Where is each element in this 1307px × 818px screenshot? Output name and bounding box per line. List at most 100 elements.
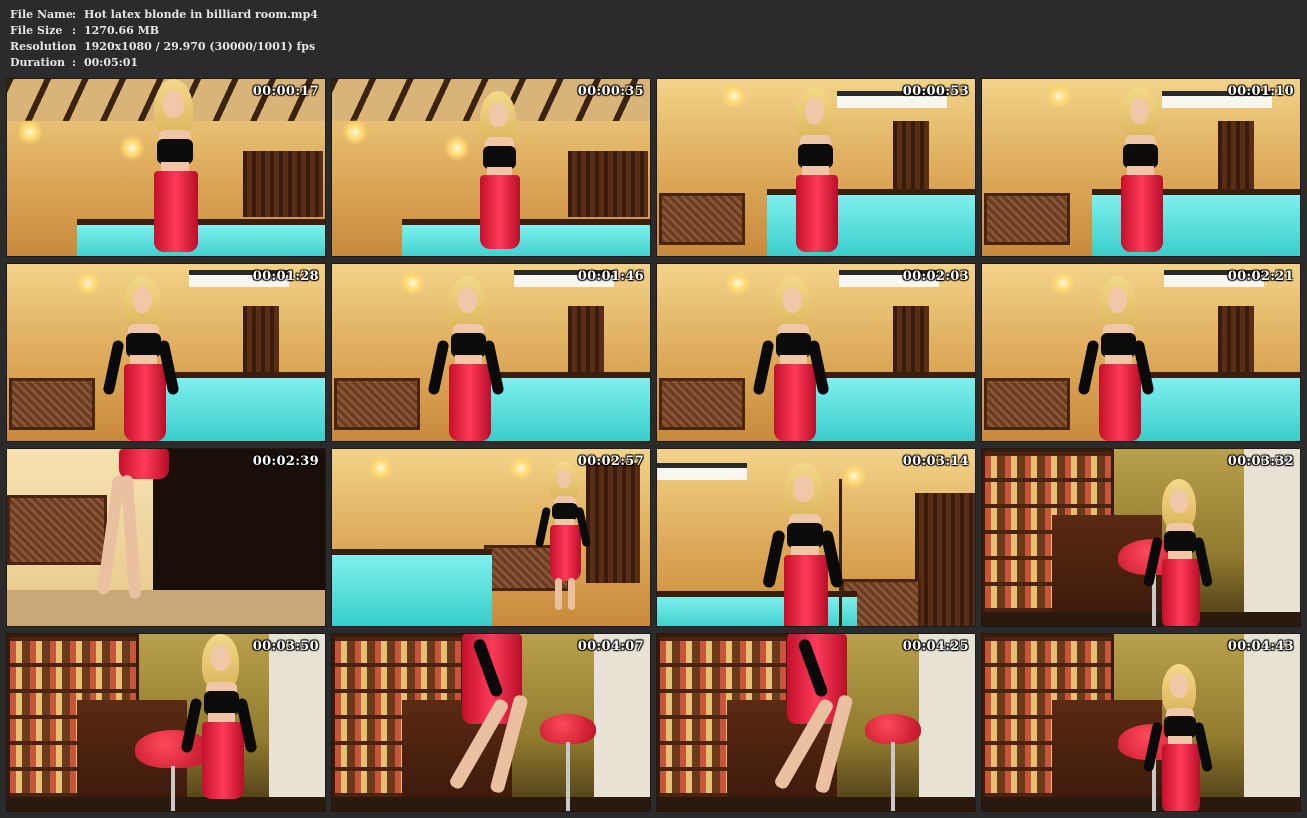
cabinet <box>243 151 323 217</box>
scene-billiard-table <box>657 79 975 256</box>
scene-billiard-cue <box>657 449 975 626</box>
wall-lamp <box>508 455 534 481</box>
leg-right <box>568 577 576 610</box>
thumbnail[interactable]: 00:01:46 <box>331 263 651 442</box>
latex-skirt <box>795 175 838 252</box>
cue-rack <box>586 463 640 583</box>
info-label: Duration <box>10 56 66 69</box>
info-label: File Name <box>10 8 73 21</box>
latex-top <box>1101 333 1137 358</box>
thumbnail-grid: 00:00:17 00:00:35 00:00:53 00:01:10 00:01:28… <box>6 78 1302 812</box>
cabinet <box>568 151 648 217</box>
stool-pole <box>891 742 895 811</box>
person-figure <box>535 461 592 626</box>
thumbnail[interactable]: 00:04:25 <box>656 633 976 812</box>
thumbnail[interactable]: 00:03:50 <box>6 633 326 812</box>
latex-skirt <box>154 171 198 252</box>
scene-billiard-wide <box>332 449 650 626</box>
face <box>1170 489 1188 513</box>
person-figure <box>1142 479 1214 626</box>
stone-wall <box>1244 634 1300 811</box>
face <box>163 90 185 119</box>
timestamp-label: 00:00:35 <box>577 84 644 99</box>
wall-lamp <box>725 270 751 296</box>
latex-top <box>451 333 487 358</box>
latex-skirt <box>201 722 244 799</box>
thumbnail[interactable]: 00:01:28 <box>6 263 326 442</box>
info-row-resolution: Resolution : 1920x1080 / 29.970 (30000/1… <box>10 39 318 55</box>
person-figure <box>180 634 258 811</box>
face <box>488 101 508 127</box>
thumbnail[interactable]: 00:00:35 <box>331 78 651 257</box>
cue-rack <box>568 306 604 378</box>
billiard-table-underside <box>153 449 325 599</box>
billiard-table <box>332 549 492 626</box>
thumbnail[interactable]: 00:02:21 <box>981 263 1301 442</box>
billiard-table <box>1132 372 1300 441</box>
latex-top <box>552 502 578 521</box>
wall-lamp <box>342 119 368 145</box>
thumbnail[interactable]: 00:04:43 <box>981 633 1301 812</box>
face <box>793 474 815 503</box>
scene-billiard-table <box>982 79 1300 256</box>
timestamp-label: 00:03:14 <box>902 454 969 469</box>
cue-rack <box>893 306 929 378</box>
thumbnail[interactable]: 00:00:53 <box>656 78 976 257</box>
info-separator: : <box>72 8 77 21</box>
floor <box>657 797 975 811</box>
info-row-duration: Duration : 00:05:01 <box>10 55 318 71</box>
info-label: File Size <box>10 24 63 37</box>
latex-skirt <box>1098 364 1141 441</box>
person-figure <box>472 91 532 256</box>
billiard-table <box>482 372 650 441</box>
scene-bar-stool <box>982 449 1300 626</box>
info-separator: : <box>72 40 77 53</box>
scene-bar-legs <box>332 634 650 811</box>
floor <box>982 797 1300 811</box>
stone-wall <box>594 634 650 811</box>
floor <box>332 797 650 811</box>
cue-rack <box>1218 121 1254 191</box>
thumbnail[interactable]: 00:04:07 <box>331 633 651 812</box>
latex-top <box>1164 531 1196 553</box>
scene-bar-standing <box>7 634 325 811</box>
thumbnail[interactable]: 00:02:03 <box>656 263 976 442</box>
person-figure <box>787 87 847 256</box>
latex-top <box>482 145 517 169</box>
scene-bar-legs <box>657 634 975 811</box>
thumbnail[interactable]: 00:00:17 <box>6 78 326 257</box>
thumbnail[interactable]: 00:03:32 <box>981 448 1301 627</box>
latex-skirt <box>480 175 521 249</box>
timestamp-label: 00:02:21 <box>1227 269 1294 284</box>
floor <box>7 590 325 626</box>
face <box>457 287 478 314</box>
timestamp-label: 00:04:43 <box>1227 639 1294 654</box>
timestamp-label: 00:03:32 <box>1227 454 1294 469</box>
face <box>782 287 803 314</box>
thumbnail[interactable]: 00:02:39 <box>6 448 326 627</box>
thumbnail[interactable]: 00:03:14 <box>656 448 976 627</box>
scene-billiard-ceiling <box>7 79 325 256</box>
cue-rack <box>1218 306 1254 378</box>
latex-skirt <box>123 364 166 441</box>
latex-skirt <box>448 364 491 441</box>
radiator-cover <box>9 378 95 430</box>
timestamp-label: 00:01:46 <box>577 269 644 284</box>
thumbnail[interactable]: 00:02:57 <box>331 448 651 627</box>
thumbnail[interactable]: 00:01:10 <box>981 78 1301 257</box>
info-value: Hot latex blonde in billiard room.mp4 <box>84 8 318 21</box>
stone-wall <box>919 634 975 811</box>
face <box>1107 287 1128 314</box>
stone-wall <box>1244 449 1300 626</box>
person-figure <box>145 79 205 256</box>
person-figure <box>427 276 505 441</box>
scene-billiard-heater <box>982 264 1300 441</box>
wall-lamp <box>721 83 747 109</box>
latex-skirt <box>784 555 828 626</box>
radiator-cover <box>984 193 1070 245</box>
timestamp-label: 00:00:53 <box>902 84 969 99</box>
person-figure <box>762 463 843 626</box>
ceiling-light <box>657 463 747 480</box>
timestamp-label: 00:04:25 <box>902 639 969 654</box>
latex-skirt <box>773 364 816 441</box>
